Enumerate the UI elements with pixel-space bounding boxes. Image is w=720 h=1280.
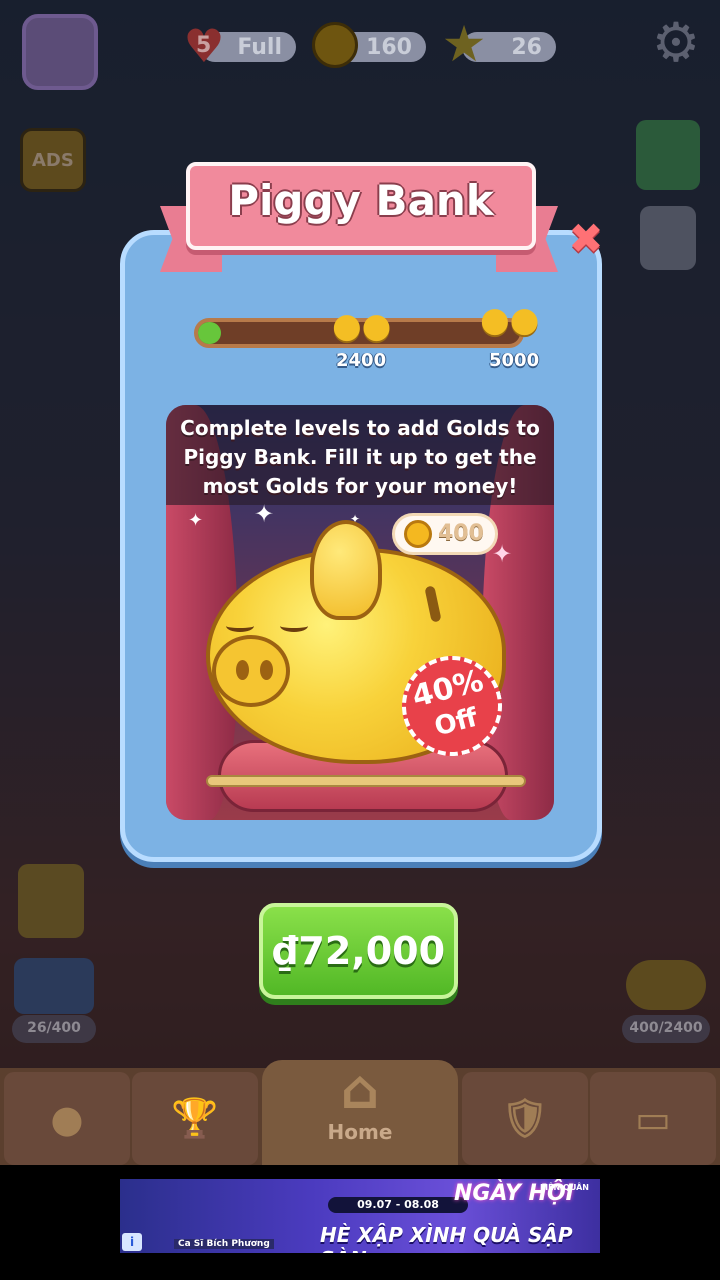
nav-home-label: Home [327, 1120, 393, 1144]
progress-right: 400/2400 [622, 1015, 710, 1043]
sparkle-icon: ✦ [254, 500, 275, 528]
ad-logo: LIÊN QUÂN [540, 1183, 589, 1192]
description-text: Complete levels to add Golds to Piggy Ba… [180, 416, 540, 498]
ad-date: 09.07 - 08.08 [328, 1197, 468, 1213]
progress-left: 26/400 [12, 1015, 96, 1043]
pig-ear [310, 520, 382, 620]
event-button[interactable] [18, 864, 84, 938]
sparkle-icon: ✦ [188, 510, 204, 531]
coins-value: 160 [366, 35, 412, 60]
nav-trophy[interactable]: 🏆 [132, 1072, 258, 1165]
lives-count: 5 [196, 33, 212, 58]
nostril [236, 660, 249, 680]
nav-home[interactable]: ⌂ Home [262, 1060, 458, 1165]
ad-name: Ca Sĩ Bích Phương [174, 1239, 274, 1249]
ad-subtitle: HÈ XẬP XÌNH QUÀ SẬP SÀN [320, 1223, 573, 1253]
pig-eye [280, 620, 308, 632]
coin-icon [312, 22, 358, 68]
gift-button[interactable] [636, 120, 700, 190]
nav-team[interactable]: 🛡 [462, 1072, 588, 1165]
ad-info-icon[interactable]: i [122, 1233, 142, 1251]
milestone-1: 2400 [336, 350, 387, 371]
gold-progress-fill [198, 322, 221, 344]
coin-stack-icon-2: ●● [480, 300, 540, 340]
avatar[interactable] [22, 14, 98, 90]
milestone-2: 5000 [489, 350, 540, 371]
close-icon[interactable]: ✖ [564, 218, 608, 262]
star-icon: ★ [441, 15, 487, 73]
chest-button[interactable] [14, 958, 94, 1014]
home-icon: ⌂ [340, 1058, 380, 1121]
piggy-side-icon[interactable] [626, 960, 706, 1010]
ad-banner[interactable]: 09.07 - 08.08 NGÀY HỘI HÈ XẬP XÌNH QUÀ S… [120, 1179, 600, 1253]
gear-icon[interactable]: ⚙ [648, 11, 704, 74]
current-gold: 400 [438, 521, 484, 546]
pig-eye [226, 620, 254, 632]
coin-stack-icon-1: ●● [332, 306, 392, 346]
dialog-title: Piggy Bank [228, 176, 494, 225]
rope [206, 775, 526, 787]
stars-value: 26 [511, 35, 542, 60]
pig-snout [212, 635, 290, 707]
no-ads-label: ADS [32, 150, 74, 171]
coin-icon [404, 520, 432, 548]
calendar-button[interactable] [640, 206, 696, 270]
nav-shop[interactable]: ● [4, 1072, 130, 1165]
buy-button[interactable]: ₫72,000 [259, 903, 458, 999]
nav-cards[interactable]: ▭ [590, 1072, 716, 1165]
nostril [260, 660, 273, 680]
lives-status: Full [237, 35, 282, 60]
